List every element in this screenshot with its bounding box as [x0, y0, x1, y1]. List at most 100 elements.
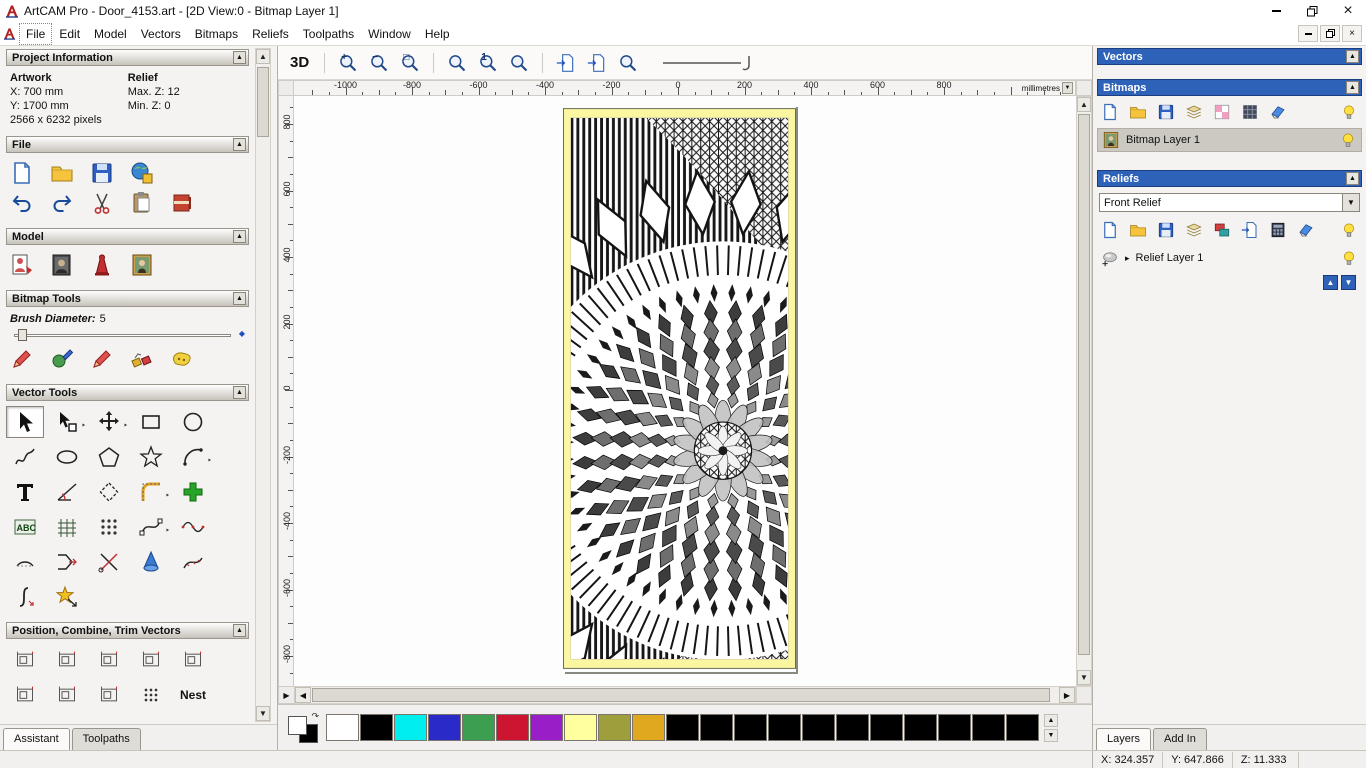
palette-swatch-8[interactable]	[564, 714, 597, 741]
collapse-model-button[interactable]: ▲	[233, 230, 246, 243]
palette-swatch-17[interactable]	[870, 714, 903, 741]
view-3d-button[interactable]: 3D	[286, 52, 313, 73]
adjust-model-icon[interactable]	[50, 253, 74, 277]
palette-swatch-2[interactable]	[360, 714, 393, 741]
import-model-icon[interactable]	[130, 161, 154, 185]
set-model-position-icon[interactable]	[90, 253, 114, 277]
palette-swatch-14[interactable]	[768, 714, 801, 741]
create-polygon-tool[interactable]	[90, 441, 128, 473]
restore-button[interactable]	[1294, 0, 1330, 22]
create-ellipse-tool[interactable]	[48, 441, 86, 473]
toggle-bitmap-visibility-button[interactable]	[554, 51, 578, 75]
toggle-all-bitmaps-icon[interactable]	[1340, 103, 1358, 121]
menu-item-reliefs[interactable]: Reliefs	[245, 23, 296, 45]
palette-swatch-13[interactable]	[734, 714, 767, 741]
text-on-curve-tool[interactable]	[6, 511, 44, 543]
measure-tool[interactable]	[48, 476, 86, 508]
bitmap-layer-visibility-icon[interactable]	[1339, 131, 1357, 149]
menu-item-vectors[interactable]: Vectors	[134, 23, 188, 45]
create-rectangle-tool[interactable]	[132, 406, 170, 438]
new-model-icon[interactable]	[10, 161, 34, 185]
wrap-vectors-tool[interactable]	[48, 581, 86, 613]
move-layer-down-button[interactable]: ▼	[1341, 275, 1356, 290]
tab-add-in[interactable]: Add In	[1153, 728, 1207, 750]
mdi-minimize-button[interactable]	[1298, 25, 1318, 42]
tab-toolpaths[interactable]: Toolpaths	[71, 728, 141, 750]
zoom-object-button[interactable]	[507, 51, 531, 75]
centre-in-page-tool[interactable]	[6, 679, 44, 711]
bezier-editing-tool[interactable]	[132, 511, 170, 543]
greyscale-model-icon[interactable]	[130, 253, 154, 277]
toggle-vector-visibility-button[interactable]	[585, 51, 609, 75]
units-dropdown-icon[interactable]: ▼	[1062, 82, 1073, 94]
save-bitmap-layer-icon[interactable]	[1157, 103, 1175, 121]
palette-swatch-4[interactable]	[428, 714, 461, 741]
set-model-size-icon[interactable]	[10, 253, 34, 277]
collapse-bitmaps-panel-button[interactable]: ▲	[1346, 81, 1359, 94]
bitmap-colour-reduction-icon[interactable]	[1241, 103, 1259, 121]
palette-scroll-up-icon[interactable]: ▲	[1044, 713, 1058, 727]
palette-swatch-9[interactable]	[598, 714, 631, 741]
canvas-viewport[interactable]	[294, 96, 1076, 686]
flood-fill-tool-icon[interactable]	[130, 347, 154, 371]
collapse-file-button[interactable]: ▲	[233, 138, 246, 151]
join-vectors-tool[interactable]	[48, 546, 86, 578]
menu-item-edit[interactable]: Edit	[52, 23, 87, 45]
align-objects-top-tool[interactable]	[90, 644, 128, 676]
save-relief-layer-icon[interactable]	[1157, 221, 1175, 239]
primary-colour-swatch[interactable]	[288, 715, 307, 735]
mdi-restore-button[interactable]	[1320, 25, 1340, 42]
paste-vector-tool[interactable]	[174, 476, 212, 508]
align-objects-bottom-tool[interactable]	[132, 644, 170, 676]
draw-tool-icon[interactable]	[90, 347, 114, 371]
palette-swatch-1[interactable]	[326, 714, 359, 741]
create-arc-tool[interactable]	[174, 441, 212, 473]
canvas-scroll-left-icon[interactable]: ◀	[295, 687, 311, 703]
palette-swatch-10[interactable]	[632, 714, 665, 741]
align-objects-centre-tool[interactable]	[174, 644, 212, 676]
fillet-tool[interactable]	[132, 476, 170, 508]
palette-swatch-6[interactable]	[496, 714, 529, 741]
zoom-previous-button[interactable]	[616, 51, 640, 75]
curve-fit-tool[interactable]	[174, 546, 212, 578]
paste-special-icon[interactable]	[170, 191, 194, 215]
menu-item-bitmaps[interactable]: Bitmaps	[188, 23, 245, 45]
canvas-scroll-down-icon[interactable]: ▼	[1077, 670, 1091, 685]
tab-assistant[interactable]: Assistant	[3, 728, 70, 750]
palette-swatch-7[interactable]	[530, 714, 563, 741]
merge-bitmap-layers-icon[interactable]	[1185, 103, 1203, 121]
pan-mode-button[interactable]: ▶	[278, 686, 295, 704]
expand-relief-layer-icon[interactable]: ▸	[1125, 253, 1130, 264]
palette-swatch-21[interactable]	[1006, 714, 1039, 741]
new-bitmap-layer-icon[interactable]	[1101, 103, 1119, 121]
open-bitmap-layer-icon[interactable]	[1129, 103, 1147, 121]
open-model-icon[interactable]	[50, 161, 74, 185]
align-objects-left-tool[interactable]	[6, 644, 44, 676]
collapse-vectors-panel-button[interactable]: ▲	[1346, 50, 1359, 63]
tab-layers[interactable]: Layers	[1096, 728, 1152, 750]
primary-secondary-colour-swatch[interactable]: ↷	[288, 711, 319, 743]
collapse-position-button[interactable]: ▲	[233, 624, 246, 637]
menu-item-toolpaths[interactable]: Toolpaths	[296, 23, 361, 45]
mdi-close-button[interactable]: ×	[1342, 25, 1362, 42]
new-relief-layer-icon[interactable]	[1101, 221, 1119, 239]
open-relief-layer-icon[interactable]	[1129, 221, 1147, 239]
nesting-tool[interactable]	[90, 511, 128, 543]
delete-relief-layer-icon[interactable]	[1297, 221, 1315, 239]
bitmap-transparency-icon[interactable]	[1213, 103, 1231, 121]
toggle-all-reliefs-icon[interactable]	[1340, 221, 1358, 239]
canvas-horizontal-scrollbar[interactable]: ◀ ▶	[295, 686, 1076, 704]
bitmap-to-vector-tool[interactable]	[48, 511, 86, 543]
collapse-vector-tools-button[interactable]: ▲	[233, 386, 246, 399]
create-polyline-tool[interactable]	[6, 441, 44, 473]
palette-swatch-3[interactable]	[394, 714, 427, 741]
collapse-bitmap-tools-button[interactable]: ▲	[233, 292, 246, 305]
palette-swatch-5[interactable]	[462, 714, 495, 741]
relief-layer-visibility-icon[interactable]	[1340, 249, 1358, 267]
palette-swatch-15[interactable]	[802, 714, 835, 741]
minimize-button[interactable]	[1258, 0, 1294, 22]
duplicate-relief-layer-icon[interactable]	[1185, 221, 1203, 239]
canvas-vertical-scrollbar[interactable]: ▲ ▼	[1076, 96, 1092, 686]
relief-dropdown-icon[interactable]: ▼	[1342, 194, 1359, 211]
menu-item-help[interactable]: Help	[418, 23, 457, 45]
